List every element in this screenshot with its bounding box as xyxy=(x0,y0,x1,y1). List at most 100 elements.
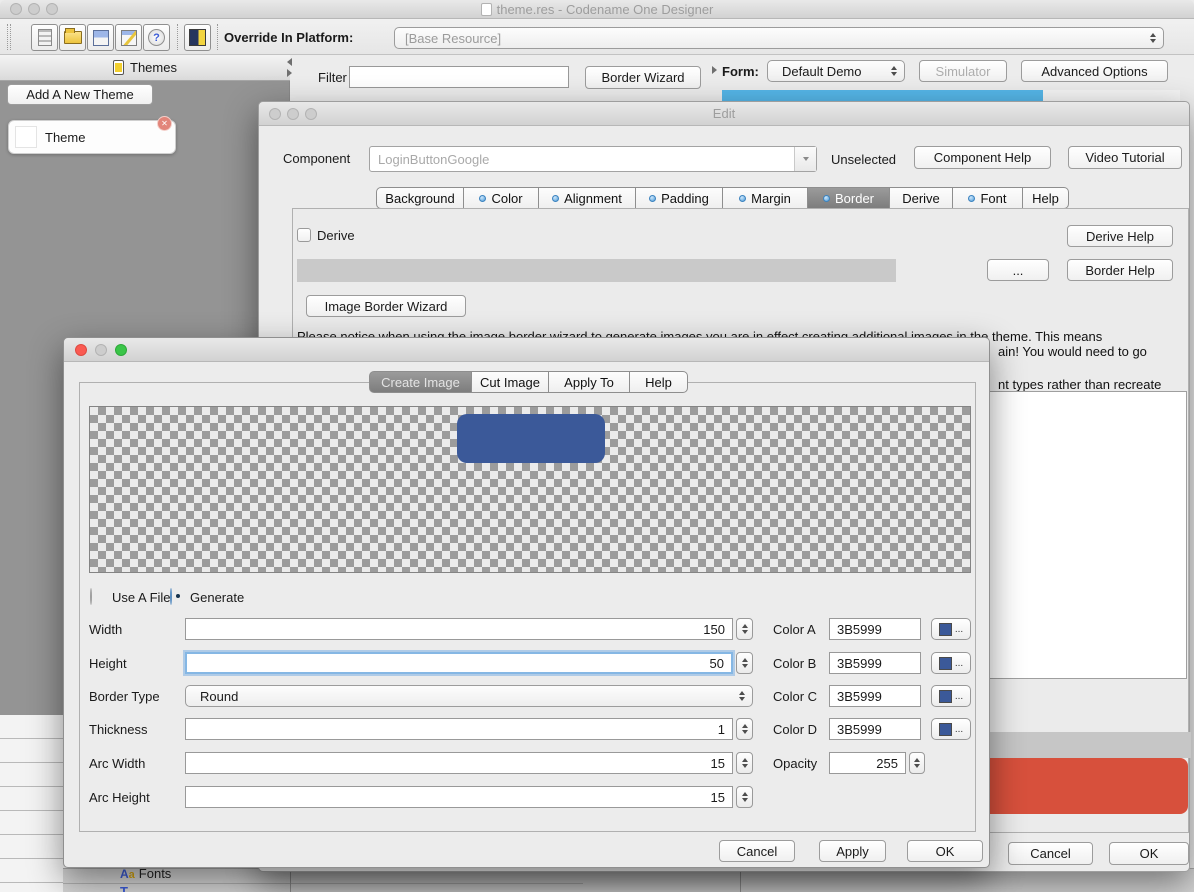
use-a-file-radio[interactable] xyxy=(90,588,92,605)
combo-arrow-button[interactable] xyxy=(794,147,816,171)
save-icon xyxy=(93,30,109,46)
component-help-button[interactable]: Component Help xyxy=(914,146,1051,169)
opacity-stepper[interactable] xyxy=(909,752,925,774)
tab-help[interactable]: Help xyxy=(1022,187,1069,209)
override-platform-combobox[interactable]: [Base Resource] xyxy=(394,27,1164,49)
height-stepper[interactable] xyxy=(736,652,753,674)
derive-checkbox[interactable] xyxy=(297,228,311,242)
component-combobox[interactable]: LoginButtonGoogle xyxy=(369,146,817,172)
tab-apply-to[interactable]: Apply To xyxy=(548,371,630,393)
simulator-button[interactable]: Simulator xyxy=(919,60,1007,82)
tab-padding[interactable]: Padding xyxy=(635,187,723,209)
video-tutorial-button[interactable]: Video Tutorial xyxy=(1068,146,1182,169)
form-select[interactable]: Default Demo xyxy=(767,60,905,82)
edit-pencil-icon xyxy=(121,30,137,46)
width-input[interactable]: 150 xyxy=(185,618,733,640)
color-d-input[interactable]: 3B5999 xyxy=(829,718,921,740)
color-a-label: Color A xyxy=(773,622,816,637)
toolbar-handle[interactable] xyxy=(10,24,11,50)
opacity-input[interactable]: 255 xyxy=(829,752,906,774)
component-value: LoginButtonGoogle xyxy=(370,152,489,167)
toolbar-separator xyxy=(177,24,178,50)
border-value-bar xyxy=(297,259,896,282)
splitter-collapse-right-icon[interactable] xyxy=(287,69,292,77)
tab-alignment[interactable]: Alignment xyxy=(538,187,636,209)
thickness-input[interactable]: 1 xyxy=(185,718,733,740)
height-input[interactable]: 50 xyxy=(185,652,733,674)
edit-ok-button[interactable]: OK xyxy=(1109,842,1189,865)
minimize-button[interactable] xyxy=(95,344,107,356)
dialog-apply-button[interactable]: Apply xyxy=(819,840,886,862)
opacity-label: Opacity xyxy=(773,756,817,771)
toolbar-separator xyxy=(217,24,218,50)
toolbar-handle[interactable] xyxy=(7,24,8,50)
open-resource-button[interactable] xyxy=(59,24,86,51)
main-titlebar: theme.res - Codename One Designer xyxy=(0,0,1194,19)
generate-radio[interactable] xyxy=(170,588,172,605)
width-stepper[interactable] xyxy=(736,618,753,640)
override-platform-value: [Base Resource] xyxy=(405,31,501,46)
border-wizard-button[interactable]: Border Wizard xyxy=(585,66,701,89)
zoom-button[interactable] xyxy=(115,344,127,356)
fonts-item-label: Fonts xyxy=(139,866,172,881)
save-resource-button[interactable] xyxy=(87,24,114,51)
form-select-value: Default Demo xyxy=(782,64,861,79)
tab-help[interactable]: Help xyxy=(629,371,688,393)
themes-panel-header: Themes xyxy=(0,55,290,81)
new-document-icon xyxy=(38,29,52,46)
new-resource-button[interactable] xyxy=(31,24,58,51)
dialog-ok-button[interactable]: OK xyxy=(907,840,983,862)
help-button[interactable]: ? xyxy=(143,24,170,51)
arc-width-input[interactable]: 15 xyxy=(185,752,733,774)
arc-width-stepper[interactable] xyxy=(736,752,753,774)
color-c-picker-button[interactable]: ... xyxy=(931,685,971,707)
close-icon: ✕ xyxy=(161,119,168,128)
tab-background[interactable]: Background xyxy=(376,187,464,209)
add-new-theme-button[interactable]: Add A New Theme xyxy=(7,84,153,105)
border-help-button[interactable]: Border Help xyxy=(1067,259,1173,281)
dialog-cancel-button[interactable]: Cancel xyxy=(719,840,795,862)
use-a-file-label: Use A File xyxy=(112,590,171,605)
image-preview-canvas[interactable] xyxy=(89,406,971,573)
color-a-input[interactable]: 3B5999 xyxy=(829,618,921,640)
tab-border[interactable]: Border xyxy=(807,187,890,209)
fonts-tree-item[interactable]: Aa Fonts xyxy=(120,866,171,881)
arc-height-stepper[interactable] xyxy=(736,786,753,808)
color-c-input[interactable]: 3B5999 xyxy=(829,685,921,707)
partial-tree-item[interactable]: T xyxy=(120,884,128,892)
tab-create-image[interactable]: Create Image xyxy=(369,371,472,393)
color-b-input[interactable]: 3B5999 xyxy=(829,652,921,674)
tree-divider xyxy=(63,883,583,884)
theme-list-item[interactable]: Theme xyxy=(8,120,176,154)
color-a-picker-button[interactable]: ... xyxy=(931,618,971,640)
tab-cut-image[interactable]: Cut Image xyxy=(471,371,549,393)
wizard-notice-fragment: ain! You would need to go xyxy=(998,344,1147,359)
color-b-label: Color B xyxy=(773,656,816,671)
edit-resource-button[interactable] xyxy=(115,24,142,51)
tab-color[interactable]: Color xyxy=(463,187,539,209)
color-swatch-icon xyxy=(939,623,952,636)
close-button[interactable] xyxy=(75,344,87,356)
splitter-collapse-left-icon[interactable] xyxy=(287,58,292,66)
image-border-wizard-button[interactable]: Image Border Wizard xyxy=(306,295,466,317)
width-label: Width xyxy=(89,622,122,637)
main-window-title: theme.res - Codename One Designer xyxy=(497,2,714,17)
border-more-button[interactable]: ... xyxy=(987,259,1049,281)
color-b-picker-button[interactable]: ... xyxy=(931,652,971,674)
thickness-stepper[interactable] xyxy=(736,718,753,740)
theme-close-badge[interactable]: ✕ xyxy=(157,116,172,131)
tab-margin[interactable]: Margin xyxy=(722,187,808,209)
chevron-down-icon xyxy=(803,157,809,161)
edit-cancel-button[interactable]: Cancel xyxy=(1008,842,1093,865)
splitter-arrow-icon[interactable] xyxy=(712,66,717,74)
tab-font[interactable]: Font xyxy=(952,187,1023,209)
arc-height-input[interactable]: 15 xyxy=(185,786,733,808)
filter-input[interactable] xyxy=(349,66,569,88)
thickness-label: Thickness xyxy=(89,722,148,737)
advanced-options-button[interactable]: Advanced Options xyxy=(1021,60,1168,82)
tab-derive[interactable]: Derive xyxy=(889,187,953,209)
exit-button[interactable] xyxy=(184,24,211,51)
border-type-select[interactable]: Round xyxy=(185,685,753,707)
color-d-picker-button[interactable]: ... xyxy=(931,718,971,740)
derive-help-button[interactable]: Derive Help xyxy=(1067,225,1173,247)
